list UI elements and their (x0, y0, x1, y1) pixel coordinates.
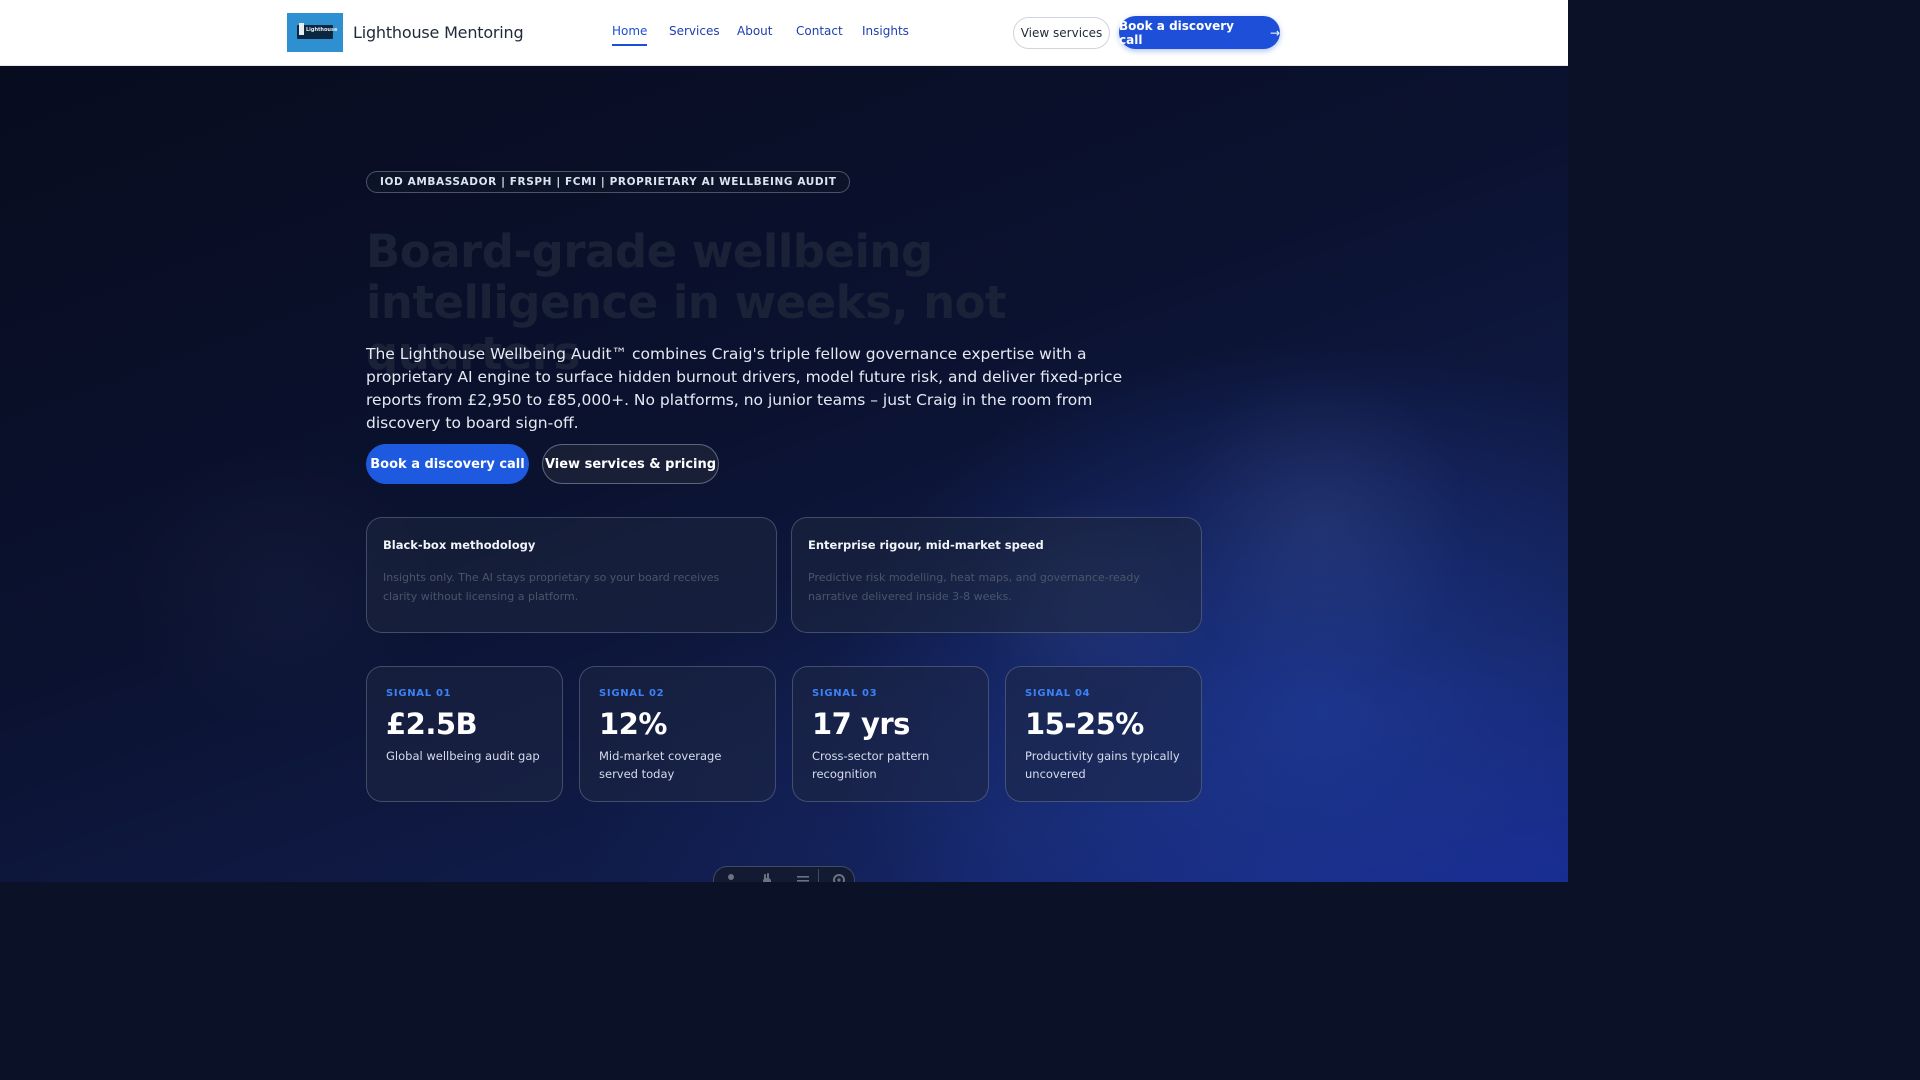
site-header: Lighthouse Lighthouse Mentoring Home Ser… (0, 0, 1568, 66)
logo-text: Lighthouse (306, 27, 338, 33)
signal-value: 15-25% (1025, 707, 1144, 741)
nav-home[interactable]: Home (612, 24, 648, 46)
feature-description: Insights only. The AI stays proprietary … (383, 571, 720, 603)
hero-book-discovery-call-label: Book a discovery call (370, 456, 525, 472)
hero-book-discovery-call-button[interactable]: Book a discovery call (366, 444, 529, 484)
signal-card-04: SIGNAL 04 15-25% Productivity gains typi… (1005, 666, 1202, 802)
menu-icon[interactable] (796, 873, 810, 882)
signal-card-03: SIGNAL 03 17 yrs Cross-sector pattern re… (792, 666, 989, 802)
signal-value: 12% (599, 707, 667, 741)
background-photo-overlay (1170, 366, 1470, 686)
feature-card-black-box: Black-box methodology Insights only. The… (366, 517, 777, 633)
toolbar-divider (818, 869, 819, 882)
feature-description: Predictive risk modelling, heat maps, an… (808, 571, 1140, 603)
signal-description: Productivity gains typically uncovered (1025, 749, 1180, 781)
logo-image[interactable]: Lighthouse (287, 13, 343, 52)
hero-view-services-pricing-label: View services & pricing (544, 456, 717, 472)
nav-contact[interactable]: Contact (796, 24, 843, 38)
hero-section: IOD AMBASSADOR | FRSPH | FCMI | PROPRIET… (0, 66, 1568, 882)
signal-value: 17 yrs (812, 707, 910, 741)
nav-insights[interactable]: Insights (862, 24, 909, 38)
feature-title: Enterprise rigour, mid-market speed (808, 538, 1044, 552)
view-services-button[interactable]: View services (1013, 17, 1110, 49)
signal-label: SIGNAL 01 (386, 688, 452, 699)
hero-view-services-pricing-button[interactable]: View services & pricing (542, 444, 719, 484)
hero-description: The Lighthouse Wellbeing Audit™ combines… (366, 345, 1123, 432)
feature-card-enterprise-rigour: Enterprise rigour, mid-market speed Pred… (791, 517, 1202, 633)
signal-label: SIGNAL 02 (599, 688, 665, 699)
brand-name[interactable]: Lighthouse Mentoring (353, 23, 524, 42)
signal-card-01: SIGNAL 01 £2.5B Global wellbeing audit g… (366, 666, 563, 802)
nav-about[interactable]: About (737, 24, 772, 38)
settings-icon[interactable] (832, 873, 846, 882)
signal-value: £2.5B (386, 707, 478, 741)
floating-toolbar (713, 866, 855, 882)
credentials-badge: IOD AMBASSADOR | FRSPH | FCMI | PROPRIET… (366, 171, 851, 193)
credentials-badge-text: IOD AMBASSADOR | FRSPH | FCMI | PROPRIET… (380, 176, 837, 188)
arrow-right-icon: → (1269, 25, 1280, 40)
signal-description: Cross-sector pattern recognition (812, 749, 930, 781)
book-discovery-call-button[interactable]: Book a discovery call → (1119, 16, 1280, 49)
book-discovery-call-label: Book a discovery call (1119, 18, 1234, 47)
signal-description: Mid-market coverage served today (599, 749, 722, 781)
lighthouse-icon (299, 23, 304, 35)
person-icon[interactable] (724, 873, 738, 882)
view-services-label: View services (1020, 26, 1103, 40)
signal-card-02: SIGNAL 02 12% Mid-market coverage served… (579, 666, 776, 802)
hand-icon[interactable] (760, 873, 774, 882)
signal-description: Global wellbeing audit gap (386, 749, 540, 763)
nav-services[interactable]: Services (669, 24, 720, 38)
signal-label: SIGNAL 04 (1025, 688, 1091, 699)
feature-title: Black-box methodology (383, 538, 536, 552)
signal-label: SIGNAL 03 (812, 688, 878, 699)
